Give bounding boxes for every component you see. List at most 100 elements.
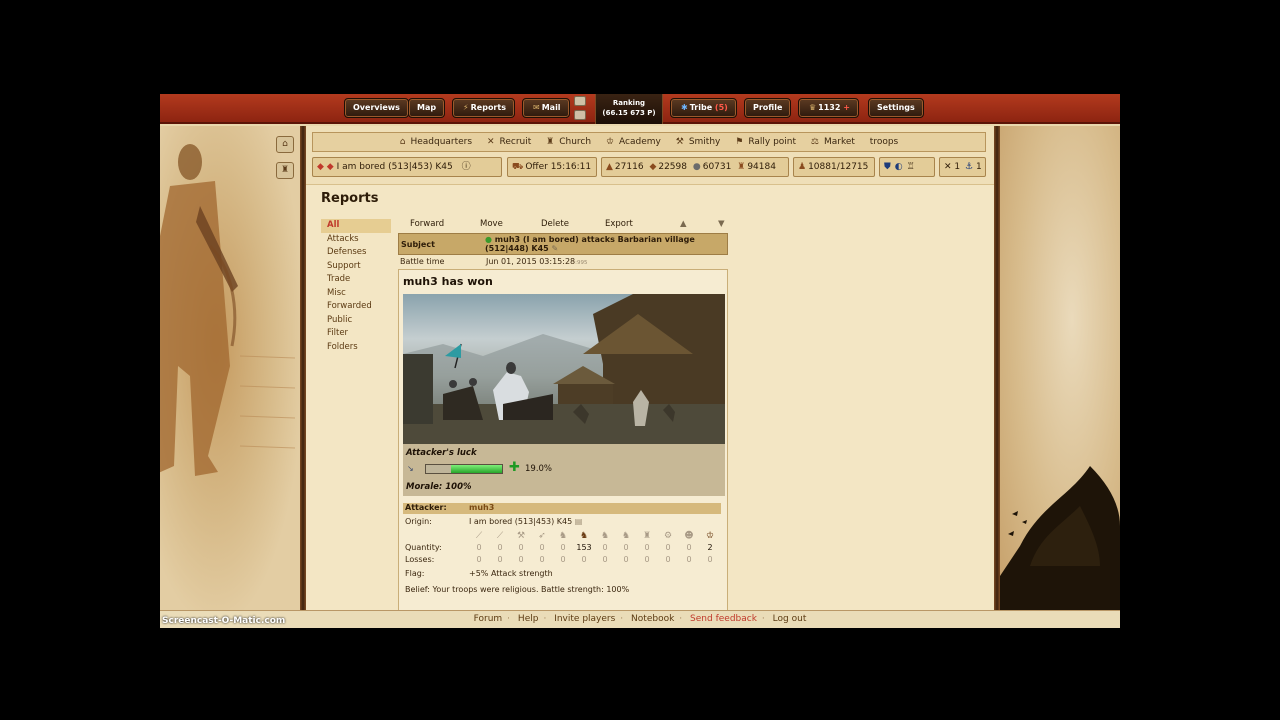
unit-loss-cell: 0 [686, 555, 692, 564]
reports-button[interactable]: ⚡ Reports [452, 98, 515, 118]
unit-quantity-cell: 0 [602, 543, 608, 552]
menu-item-public[interactable]: Public [321, 314, 391, 328]
left-decorative-knight-art [160, 126, 300, 610]
right-frame-border [994, 126, 1000, 610]
overviews-label: Overviews [353, 103, 400, 112]
belief-text: Belief: Your troops were religious. Batt… [405, 585, 630, 594]
castle-icon: ♜ [280, 165, 290, 175]
edit-pencil-icon[interactable]: ✎ [552, 244, 559, 253]
unit-loss-cell: 0 [518, 555, 524, 564]
quickbar-recruit[interactable]: ✕ Recruit [487, 137, 535, 147]
footer-notebook-link[interactable]: Notebook [631, 614, 674, 624]
delete-button[interactable]: Delete [541, 219, 569, 229]
village-battle-scene [403, 294, 725, 444]
overviews-button[interactable]: Overviews [344, 98, 409, 118]
incoming-attacks-icon[interactable]: ✕ [944, 162, 952, 172]
mail-notification-icon[interactable] [574, 110, 586, 120]
mail-button[interactable]: ✉ Mail [522, 98, 570, 118]
tribe-button[interactable]: ✱ Tribe (5) [670, 98, 737, 118]
attacker-label: Attacker: [405, 503, 447, 512]
village-selector[interactable]: ◆ ◆ I am bored (513|453) K45 ⓘ [312, 157, 502, 177]
menu-item-defenses[interactable]: Defenses [321, 246, 391, 260]
reports-icon: ⚡ [463, 103, 469, 112]
subject-text[interactable]: ● muh3 (I am bored) attacks Barbarian vi… [485, 235, 725, 253]
right-decorative-tree-art [1000, 126, 1120, 610]
forward-button[interactable]: Forward [410, 219, 444, 229]
quickbar-smithy[interactable]: ⚒ Smithy [676, 137, 725, 147]
menu-item-forwarded[interactable]: Forwarded [321, 300, 391, 314]
incoming-support-icon[interactable]: ⚓ [965, 162, 973, 172]
screencast-watermark: Screencast-O-Matic.com [162, 616, 286, 626]
headquarters-icon: ⌂ [399, 137, 406, 147]
settings-button[interactable]: Settings [868, 98, 924, 118]
report-notification-icon[interactable] [574, 96, 586, 106]
incoming-attacks-count: 1 [954, 162, 961, 172]
next-village-arrow-icon[interactable]: ◆ [327, 162, 334, 172]
storage-icon: ♜ [737, 162, 746, 172]
good-luck-clover-icon: ✚ [509, 460, 520, 475]
next-report-arrow-icon[interactable]: ▼ [718, 219, 725, 229]
archer-icon: ➶ [538, 531, 546, 541]
luck-bar-fill [451, 465, 502, 473]
menu-item-attacks[interactable]: Attacks [321, 233, 391, 247]
night-bonus-icon[interactable]: ◐ [895, 162, 907, 172]
market-offer[interactable]: ⛟ Offer 15:16:11 [507, 157, 597, 177]
bad-luck-icon: ↘ [407, 464, 414, 473]
menu-item-folders[interactable]: Folders [321, 341, 391, 355]
previous-report-arrow-icon[interactable]: ▲ [680, 219, 687, 229]
menu-item-filter[interactable]: Filter [321, 327, 391, 341]
origin-village-link[interactable]: I am bored (513|453) K45 ▤ [469, 517, 582, 526]
tribe-count: (5) [714, 103, 728, 112]
report-subject-row: Subject ● muh3 (I am bored) attacks Barb… [398, 233, 728, 255]
quickbar-market[interactable]: ⚖ Market [811, 137, 859, 147]
green-dot-icon: ● [485, 235, 492, 244]
quickbar-academy[interactable]: ♔ Academy [606, 137, 665, 147]
castle-side-button[interactable]: ♜ [276, 162, 294, 179]
quickbar-rally-point[interactable]: ⚑ Rally point [735, 137, 800, 147]
current-village-name[interactable]: I am bored (513|453) K45 [337, 162, 453, 172]
village-overview-side-button[interactable]: ⌂ [276, 136, 294, 153]
footer-send-feedback-link[interactable]: Send feedback [690, 614, 757, 624]
footer-forum-link[interactable]: Forum [474, 614, 503, 624]
premium-button[interactable]: ♛ 1132 + [798, 98, 859, 118]
rally-point-label: Rally point [748, 137, 797, 147]
quantity-row: Quantity: 0 0 0 0 0 153 0 0 0 0 0 2 [403, 543, 721, 554]
quickbar-troops[interactable]: troops [870, 137, 898, 147]
menu-item-trade[interactable]: Trade [321, 273, 391, 287]
menu-item-support[interactable]: Support [321, 260, 391, 274]
export-button[interactable]: Export [605, 219, 633, 229]
origin-value: I am bored (513|453) K45 [469, 517, 573, 526]
village-note-icon: ▤ [574, 517, 583, 526]
menu-item-misc[interactable]: Misc [321, 287, 391, 301]
menu-item-all[interactable]: All [321, 219, 391, 233]
unit-quantity-cell: 0 [644, 543, 650, 552]
footer-invite-players-link[interactable]: Invite players [554, 614, 615, 624]
unit-loss-cell: 0 [476, 555, 482, 564]
losses-values: 0 0 0 0 0 0 0 0 0 0 0 0 [469, 555, 719, 566]
move-button[interactable]: Move [480, 219, 503, 229]
game-window: Overviews Map ⚡ Reports ✉ Mail Ranking (66… [160, 94, 1120, 628]
axe-icon: ⚒ [516, 531, 526, 541]
battle-time-value: Jun 01, 2015 03:15:28:995 [486, 257, 588, 266]
scout-icon: ♞ [558, 531, 568, 541]
profile-button[interactable]: Profile [744, 98, 792, 118]
report-category-menu: All Attacks Defenses Support Trade Misc … [321, 219, 391, 354]
flag-row: Flag: +5% Attack strength [403, 569, 721, 580]
tree-illustration [1000, 466, 1120, 610]
quickbar-headquarters[interactable]: ⌂ Headquarters [400, 137, 476, 147]
footer-log-out-link[interactable]: Log out [773, 614, 807, 624]
castle-icon[interactable]: ♖ [907, 162, 919, 172]
page-title: Reports [321, 191, 379, 206]
shield-icon[interactable]: ⛊ [884, 162, 895, 172]
recruit-label: Recruit [499, 137, 532, 147]
map-button[interactable]: Map [408, 98, 446, 118]
footer-help-link[interactable]: Help [518, 614, 539, 624]
incoming-support-count: 1 [975, 162, 982, 172]
ranking-button[interactable]: Ranking (66.15 673 P) [595, 94, 663, 124]
unit-loss-cell: 0 [665, 555, 671, 564]
attacker-name-link[interactable]: muh3 [469, 503, 494, 512]
previous-village-arrow-icon[interactable]: ◆ [317, 162, 324, 172]
quickbar-church[interactable]: ♜ Church [546, 137, 595, 147]
unit-quantity-cell: 0 [560, 543, 566, 552]
village-info-icon[interactable]: ⓘ [462, 162, 471, 172]
